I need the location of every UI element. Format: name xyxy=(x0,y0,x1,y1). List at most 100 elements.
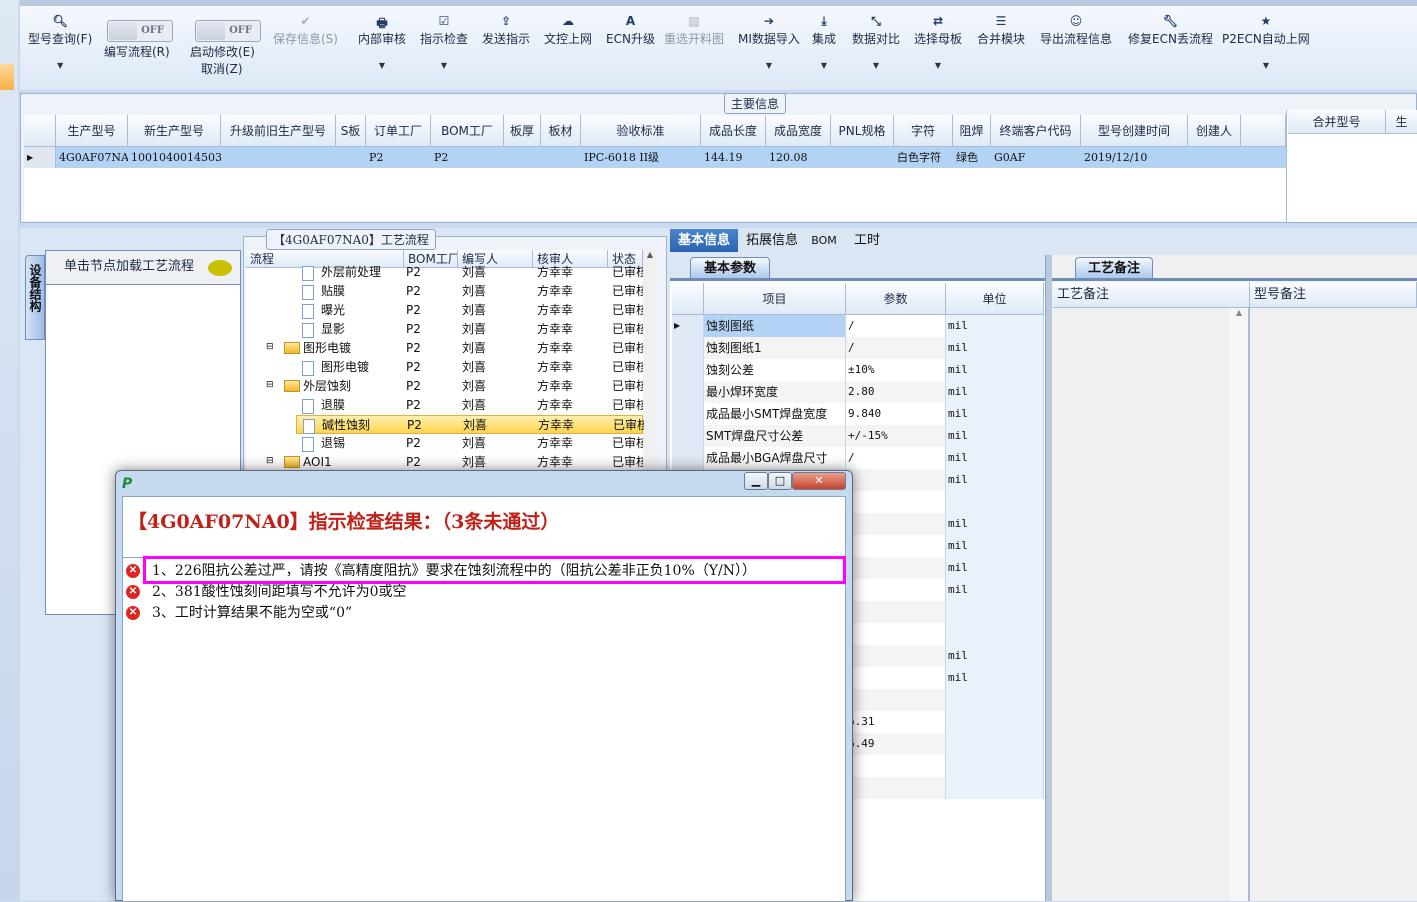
info-tab-0[interactable]: 基本信息 xyxy=(670,229,738,252)
toolbar-button-10[interactable]: ⤡ 数据对比 ▼ xyxy=(852,14,900,70)
process-row[interactable]: 图形电镀 P2 刘喜 方幸幸 已审核 xyxy=(246,358,643,377)
toggle-switch[interactable]: OFF xyxy=(195,20,261,42)
column-header[interactable]: PNL规格 xyxy=(831,115,894,147)
params-cell[interactable] xyxy=(846,535,946,557)
params-row[interactable]: 蚀刻图纸1/mil xyxy=(672,337,1044,359)
toolbar-button-2[interactable]: 🖶 内部审核 ▼ xyxy=(358,14,406,70)
params-cell[interactable] xyxy=(846,601,946,623)
column-header[interactable]: 板厚 xyxy=(504,115,541,147)
toolbar-button-1[interactable]: ✔ 保存信息(S) xyxy=(273,14,338,47)
params-cell[interactable]: 最小焊环宽度 xyxy=(704,381,846,403)
params-cell[interactable]: mil xyxy=(946,425,1044,447)
params-cell[interactable]: 蚀刻图纸1 xyxy=(704,337,846,359)
process-row[interactable]: 曝光 P2 刘喜 方幸幸 已审核 xyxy=(246,301,643,320)
column-header[interactable] xyxy=(1241,115,1286,147)
params-column-header[interactable]: 单位 xyxy=(946,283,1044,315)
message-item[interactable]: ✕ 3、工时计算结果不能为空或“0” xyxy=(126,602,352,622)
params-cell[interactable] xyxy=(846,667,946,689)
process-row[interactable]: 贴膜 P2 刘喜 方幸幸 已审核 xyxy=(246,282,643,301)
params-cell[interactable] xyxy=(946,711,1044,733)
chevron-down-icon[interactable]: ▼ xyxy=(1222,61,1310,70)
grid-cell[interactable]: 120.08 xyxy=(766,147,831,168)
vertical-tab-structure[interactable]: 设备结构 xyxy=(25,255,45,340)
params-cell[interactable]: / xyxy=(846,447,946,469)
params-row[interactable]: 成品最小SMT焊盘宽度 9.840 mil xyxy=(672,403,1044,425)
column-header[interactable]: 生 xyxy=(1386,110,1417,134)
column-header[interactable]: 验收标准 xyxy=(581,115,701,147)
params-cell[interactable]: +/-15% xyxy=(846,425,946,447)
params-cell[interactable] xyxy=(946,601,1044,623)
process-row[interactable]: 退膜 P2 刘喜 方幸幸 已审核 xyxy=(246,396,643,415)
grid-cell[interactable] xyxy=(1188,147,1241,168)
remarks-column-header[interactable]: 型号备注 xyxy=(1250,282,1417,308)
grid-cell[interactable]: 10010400145033 xyxy=(128,147,221,168)
column-header[interactable]: 新生产型号 xyxy=(128,115,221,147)
grid-cell[interactable]: P2 xyxy=(431,147,504,168)
params-cell[interactable]: 6.49 xyxy=(846,733,946,755)
toolbar-button-13[interactable]: ☺ 导出流程信息 xyxy=(1040,14,1112,47)
params-cell[interactable]: mil xyxy=(946,579,1044,601)
splitter-handle[interactable] xyxy=(1045,255,1052,901)
toolbar-button-15[interactable]: ★ P2ECN自动上网 ▼ xyxy=(1222,14,1310,70)
grid-corner[interactable] xyxy=(24,115,56,147)
toggle-switch[interactable]: OFF xyxy=(107,20,173,42)
grid-cell[interactable] xyxy=(221,147,336,168)
grid-cell[interactable]: 绿色 xyxy=(953,147,991,168)
toolbar-button-5[interactable]: ☁ 文控上网 xyxy=(544,14,592,47)
remarks-column-header[interactable]: 工艺备注 xyxy=(1053,282,1250,308)
column-header[interactable]: BOM工厂 xyxy=(431,115,504,147)
params-cell[interactable]: mil xyxy=(946,513,1044,535)
remarks-scrollbar[interactable]: ▲ xyxy=(1230,308,1250,901)
grid-cell[interactable] xyxy=(504,147,541,168)
grid-cell[interactable] xyxy=(831,147,894,168)
grid-cell[interactable]: 144.19 xyxy=(701,147,766,168)
params-cell[interactable]: SMT焊盘尺寸公差 xyxy=(704,425,846,447)
params-cell[interactable]: 蚀刻图纸 xyxy=(704,315,846,337)
params-cell[interactable] xyxy=(846,645,946,667)
column-header[interactable]: 字符 xyxy=(894,115,953,147)
grid-cell[interactable]: G0AF xyxy=(991,147,1081,168)
grid-cell[interactable]: 4G0AF07NA0 xyxy=(56,147,128,168)
params-cell[interactable]: mil xyxy=(946,469,1044,491)
chevron-down-icon[interactable]: ▼ xyxy=(358,61,406,70)
maximize-button[interactable]: □ xyxy=(768,472,792,490)
process-row[interactable]: 显影 P2 刘喜 方幸幸 已审核 xyxy=(246,320,643,339)
params-cell[interactable]: mil xyxy=(946,667,1044,689)
info-tab-1[interactable]: 拓展信息 xyxy=(738,229,806,252)
process-scrollbar[interactable]: ▲ xyxy=(643,250,657,472)
params-cell[interactable] xyxy=(846,469,946,491)
params-cell[interactable] xyxy=(846,777,946,799)
toolbar-button-6[interactable]: A ECN升级 xyxy=(606,14,655,47)
process-row[interactable]: ⊟ 外层蚀刻 P2 刘喜 方幸幸 已审核 xyxy=(246,377,643,396)
close-button[interactable]: ✕ xyxy=(792,472,846,490)
grid-cell[interactable]: 白色字符 xyxy=(894,147,953,168)
chevron-down-icon[interactable]: ▼ xyxy=(914,61,962,70)
chevron-down-icon[interactable]: ▼ xyxy=(28,61,92,70)
grid-cell[interactable] xyxy=(336,147,366,168)
toolbar-button-4[interactable]: ⇪ 发送指示 xyxy=(482,14,530,47)
params-cell[interactable]: mil xyxy=(946,403,1044,425)
grid-cell[interactable] xyxy=(541,147,581,168)
column-header-merge-model[interactable]: 合并型号 xyxy=(1288,110,1386,134)
params-cell[interactable] xyxy=(946,491,1044,513)
column-header[interactable]: 创建人 xyxy=(1188,115,1241,147)
params-cell[interactable]: / xyxy=(846,337,946,359)
params-cell[interactable]: / xyxy=(846,315,946,337)
chevron-down-icon[interactable]: ▼ xyxy=(852,61,900,70)
toolbar-button-9[interactable]: ⤓ 集成 ▼ xyxy=(812,14,836,70)
column-header[interactable]: 终端客户代码 xyxy=(991,115,1081,147)
info-tab-2[interactable]: BOM xyxy=(806,229,842,252)
params-cell[interactable] xyxy=(846,557,946,579)
chevron-down-icon[interactable]: ▼ xyxy=(420,61,468,70)
params-cell[interactable] xyxy=(946,623,1044,645)
process-row[interactable]: 退锡 P2 刘喜 方幸幸 已审核 xyxy=(246,434,643,453)
params-cell[interactable]: 成品最小BGA焊盘尺寸 xyxy=(704,447,846,469)
toolbar-button-8[interactable]: ➔ MI数据导入 ▼ xyxy=(738,14,800,70)
params-grid-corner[interactable] xyxy=(672,283,704,315)
collapse-icon[interactable]: ⊟ xyxy=(266,376,274,395)
column-header[interactable]: 成品宽度 xyxy=(766,115,831,147)
params-cell[interactable] xyxy=(946,777,1044,799)
params-cell[interactable]: mil xyxy=(946,557,1044,579)
collapse-icon[interactable]: ⊟ xyxy=(266,452,274,471)
params-cell[interactable] xyxy=(846,755,946,777)
